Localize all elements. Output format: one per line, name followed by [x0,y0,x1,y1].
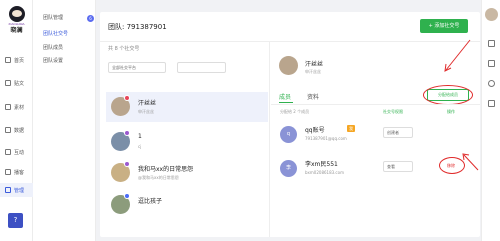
plus-circle-icon[interactable] [488,80,495,87]
rail-label: 数据 [14,127,25,134]
avatar [279,56,298,75]
user-avatar-icon[interactable] [485,8,498,21]
account-list: 共 8 个社交号 全部社交平台 汗丝丝 申汗丝丝 1 cj 我和马xx的日常思怨… [100,42,270,237]
table-header: 社交号权限 [383,109,403,114]
account-sub: @我和马xx的日常思怨 [138,175,179,180]
account-item[interactable]: 我和马xx的日常思怨 @我和马xx的日常思怨 [106,158,268,188]
help-button[interactable]: ? [8,213,23,228]
table-header: 操作 [447,109,455,114]
member-email: 791387901@qq.com [305,136,347,141]
rail-label: 播客 [14,169,25,176]
rail-item-podcast[interactable]: 播客 [0,165,33,179]
logo: XIAOLIANA 晓澜 [4,6,29,37]
subnav-team-members[interactable]: 团队成员 [43,44,63,51]
sub-nav: 团队管理 6 团队社交号 团队成员 团队设置 [33,0,96,241]
media-icon [5,104,11,110]
rail-item-media[interactable]: 素材 [0,100,33,114]
chat-icon [5,149,11,155]
settings-icon [5,187,11,193]
member-name: 李xm民551 [305,161,338,168]
bell-icon[interactable] [488,40,495,47]
account-name: 我和马xx的日常思怨 [138,166,194,173]
tab-profile[interactable]: 资料 [307,92,319,101]
send-icon[interactable] [488,60,495,67]
app-window: XIAOLIANA 晓澜 首页 贴文 素材 数据 互动 播客 管理 ? 团队管理… [0,0,500,241]
avatar: 李 [280,160,297,177]
member-email: bxm02086183.com [305,170,344,175]
subnav-team-manage[interactable]: 团队管理 [43,14,63,21]
avatar: q [280,126,297,143]
home-icon [5,57,11,63]
chart-icon [5,127,11,133]
annotation-circle [423,85,473,105]
subnav-team-settings[interactable]: 团队设置 [43,57,63,64]
permission-select[interactable]: 创建者 [383,127,413,138]
permission-select[interactable]: 查看 [383,161,413,172]
account-item[interactable]: 汗丝丝 申汗丝丝 [106,92,268,122]
account-item[interactable]: 1 cj [106,127,268,157]
account-name: 1 [138,133,142,140]
member-row: q qq账号 我 791387901@qq.com 创建者 [271,120,480,152]
divider [271,104,480,105]
rail-label: 素材 [14,104,25,111]
rail-item-home[interactable]: 首页 [0,53,33,67]
platform-select[interactable]: 全部社交平台 [108,62,166,73]
mascot-icon [8,6,25,22]
role-tag: 我 [347,125,355,132]
account-count: 共 8 个社交号 [108,46,140,52]
rail-label: 管理 [14,187,25,194]
account-sub: cj [138,144,142,149]
add-social-account-button[interactable]: + 添加社交号 [420,19,468,33]
tab-members[interactable]: 成员 [279,92,291,101]
detail-name: 汗丝丝 [305,61,324,68]
platform-badge-icon [124,193,130,199]
count-badge: 6 [87,15,94,22]
main-panel: 团队: 791387901 + 添加社交号 共 8 个社交号 全部社交平台 汗丝… [100,12,480,237]
account-item[interactable]: 逗比孩子 [106,190,268,220]
right-icon-strip [481,0,500,241]
post-icon [5,80,11,86]
search-input[interactable] [177,62,226,73]
member-name: qq账号 [305,127,325,134]
active-tab-indicator [279,102,293,103]
table-header: 分配给 2 个成员 [280,109,310,114]
platform-badge-icon [124,95,130,101]
rail-label: 贴文 [14,80,25,87]
rail-label: 首页 [14,57,25,64]
account-name: 汗丝丝 [138,100,157,107]
rail-item-interact[interactable]: 互动 [0,145,33,159]
annotation-circle [439,157,465,174]
subnav-team-accounts[interactable]: 团队社交号 [43,30,68,37]
brand-name-cn: 晓澜 [10,27,23,34]
account-detail: 汗丝丝 申汗丝丝 成员 资料 分配给成员 分配给 2 个成员 社交号权限 操作 … [271,42,480,237]
account-sub: 申汗丝丝 [138,109,154,114]
rail-item-manage[interactable]: 管理 [0,183,33,197]
left-rail: XIAOLIANA 晓澜 首页 贴文 素材 数据 互动 播客 管理 ? [0,0,33,241]
platform-badge-icon [124,161,130,167]
rail-item-posts[interactable]: 贴文 [0,76,33,90]
page-title: 团队: 791387901 [108,23,167,31]
rail-label: 互动 [14,149,25,156]
detail-sub: 申汗丝丝 [305,69,321,74]
logout-icon[interactable] [488,100,495,107]
account-name: 逗比孩子 [138,198,163,205]
rail-item-data[interactable]: 数据 [0,123,33,137]
platform-badge-icon [124,130,130,136]
podcast-icon [5,169,11,175]
